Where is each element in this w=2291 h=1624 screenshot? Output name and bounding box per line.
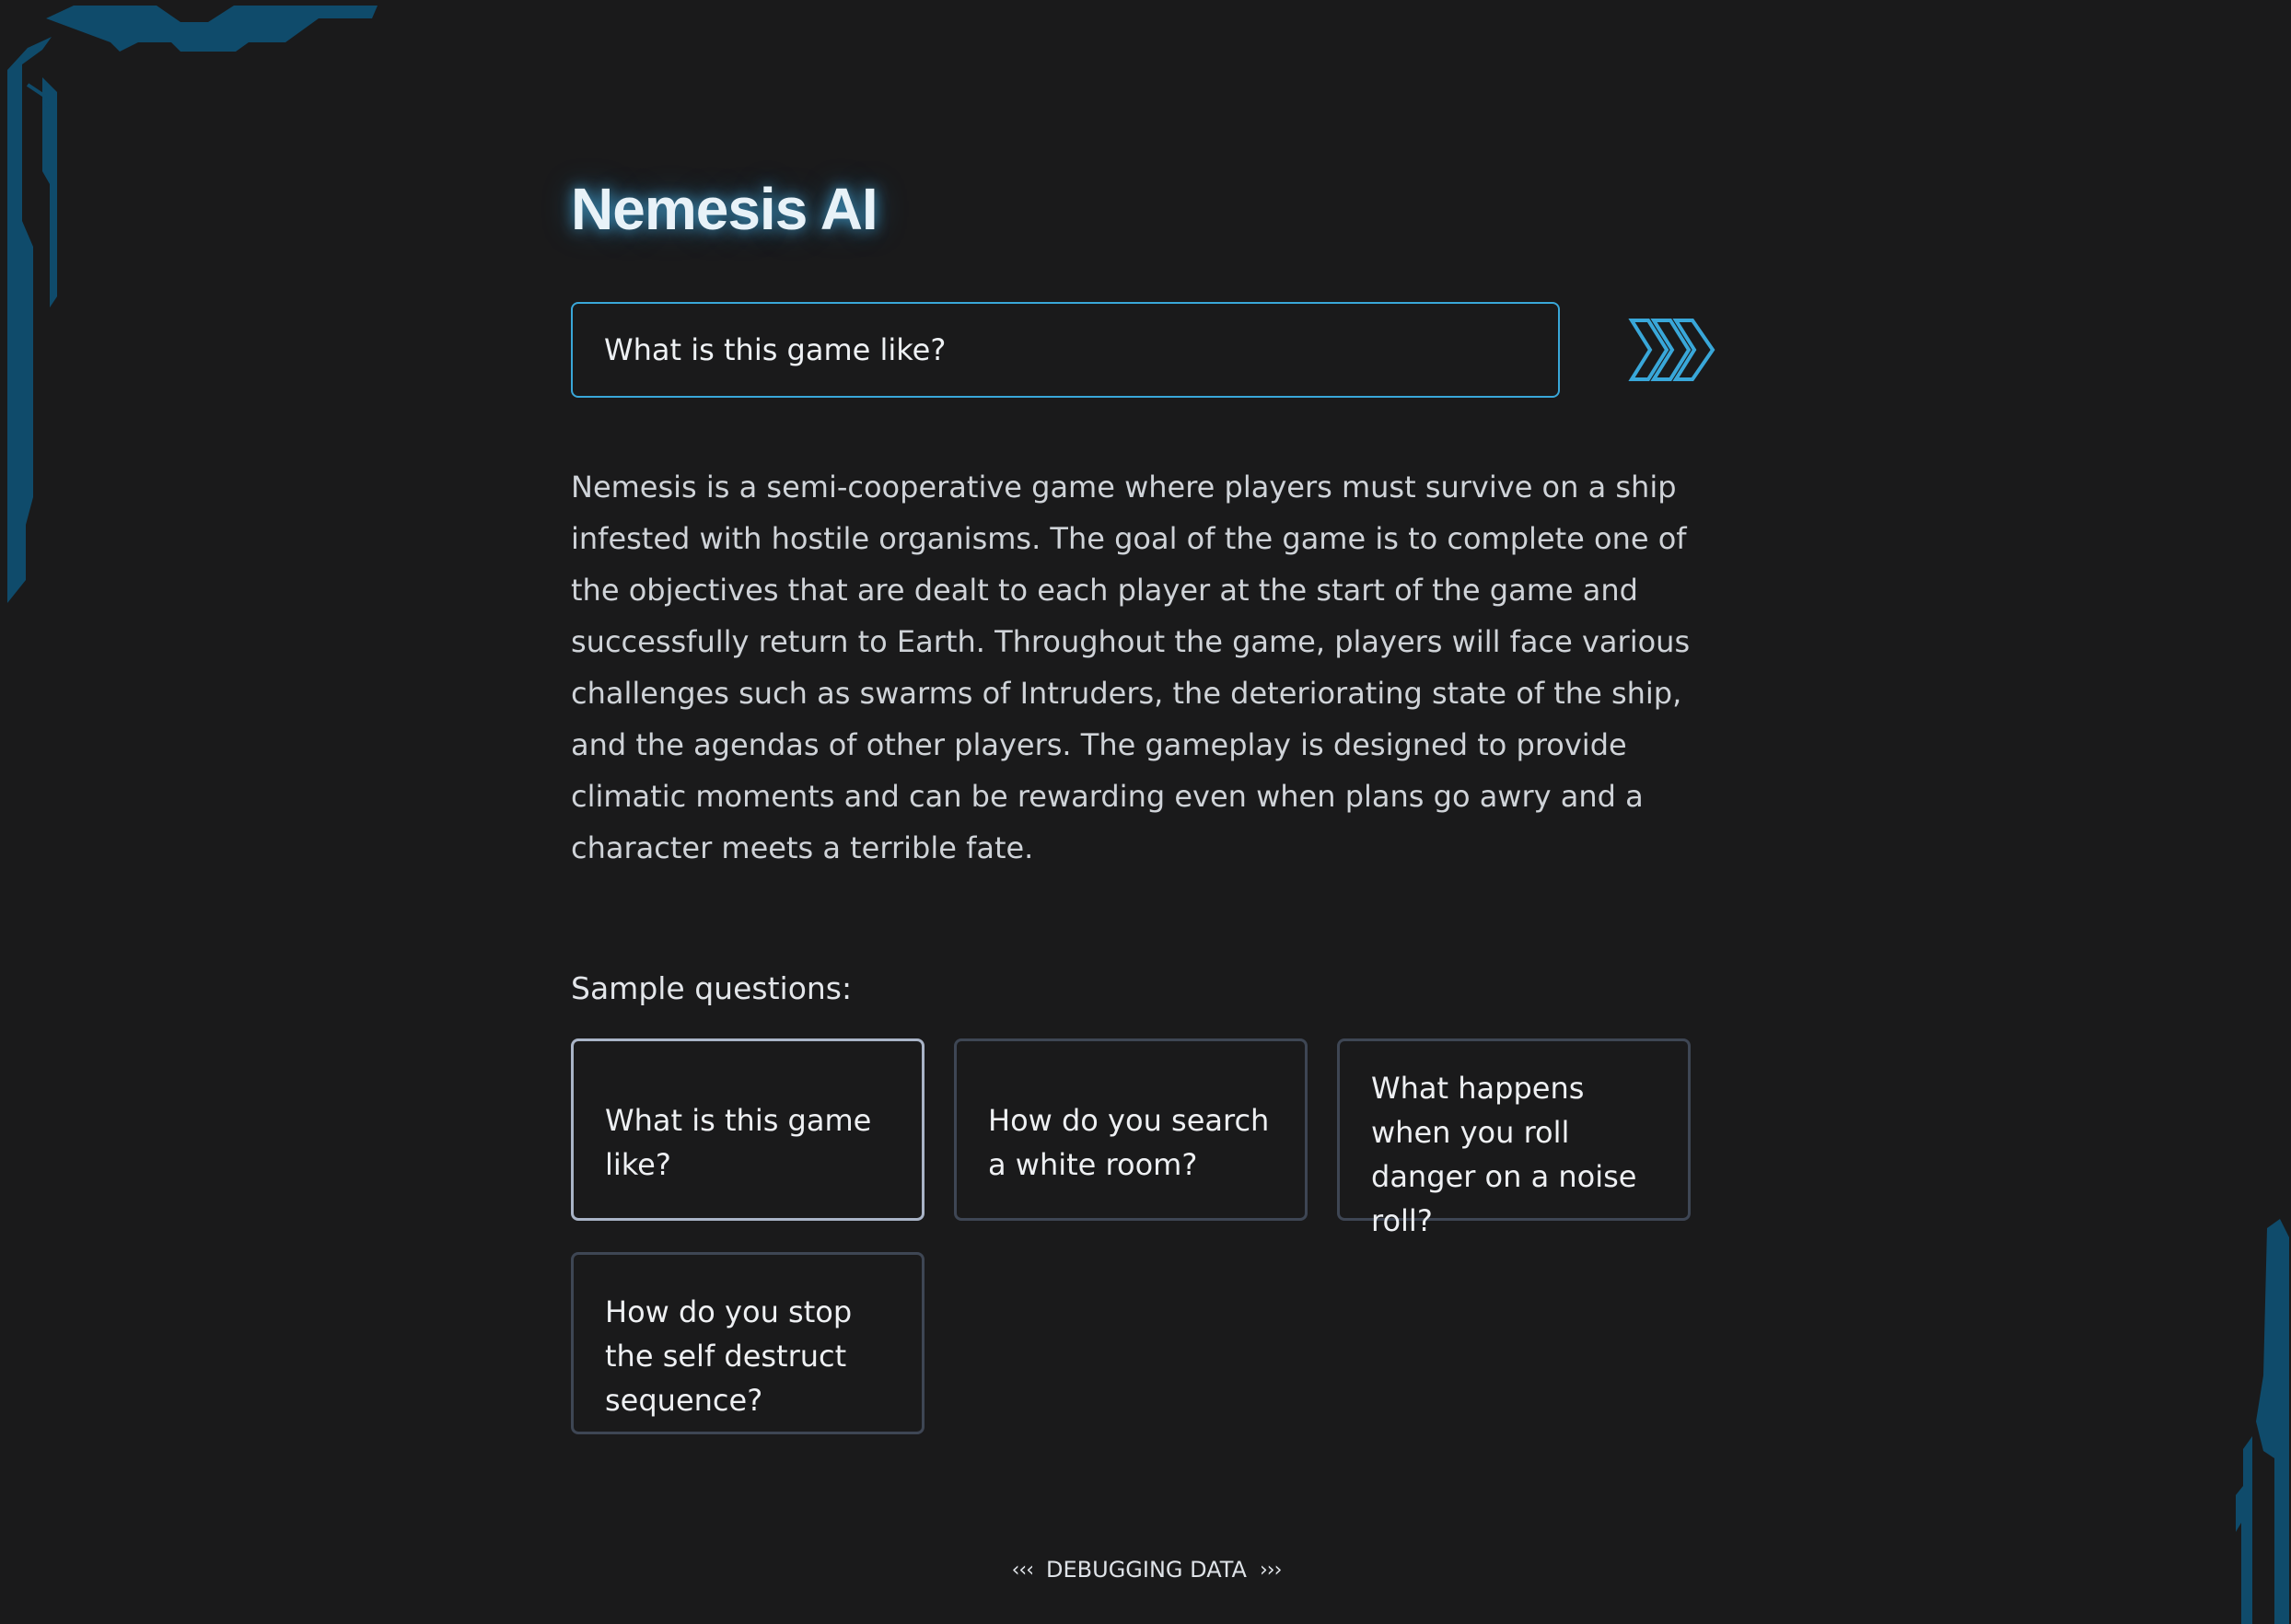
sample-questions-label: Sample questions: [571,970,853,1006]
debugging-data-label: DEBUGGING DATA [1046,1557,1247,1583]
page: Nemesis AI Nemesis is a semi-cooperative… [0,0,2291,1624]
answer-text: Nemesis is a semi-cooperative game where… [571,470,1691,865]
corner-decoration-bottom-right [2236,1219,2289,1624]
sample-question-card[interactable]: What is this game like? [571,1038,925,1221]
question-input[interactable] [571,302,1560,398]
chevrons-right-icon: ››› [1259,1558,1282,1582]
sample-question-card[interactable]: How do you stop the self destruct sequen… [571,1252,925,1434]
sample-question-card[interactable]: What happens when you roll danger on a n… [1337,1038,1691,1238]
query-row [571,302,1727,398]
chevrons-left-icon: ‹‹‹ [1011,1558,1034,1582]
submit-button[interactable] [1628,317,1720,383]
corner-decoration-top-left [7,6,378,603]
main-content: Nemesis AI Nemesis is a semi-cooperative… [571,171,1727,1434]
page-title: Nemesis AI [571,176,878,242]
debugging-data-toggle[interactable]: ‹‹‹ DEBUGGING DATA ››› [1004,1551,1289,1588]
triple-chevron-right-icon [1628,319,1715,381]
sample-question-card[interactable]: How do you search a white room? [954,1038,1308,1221]
